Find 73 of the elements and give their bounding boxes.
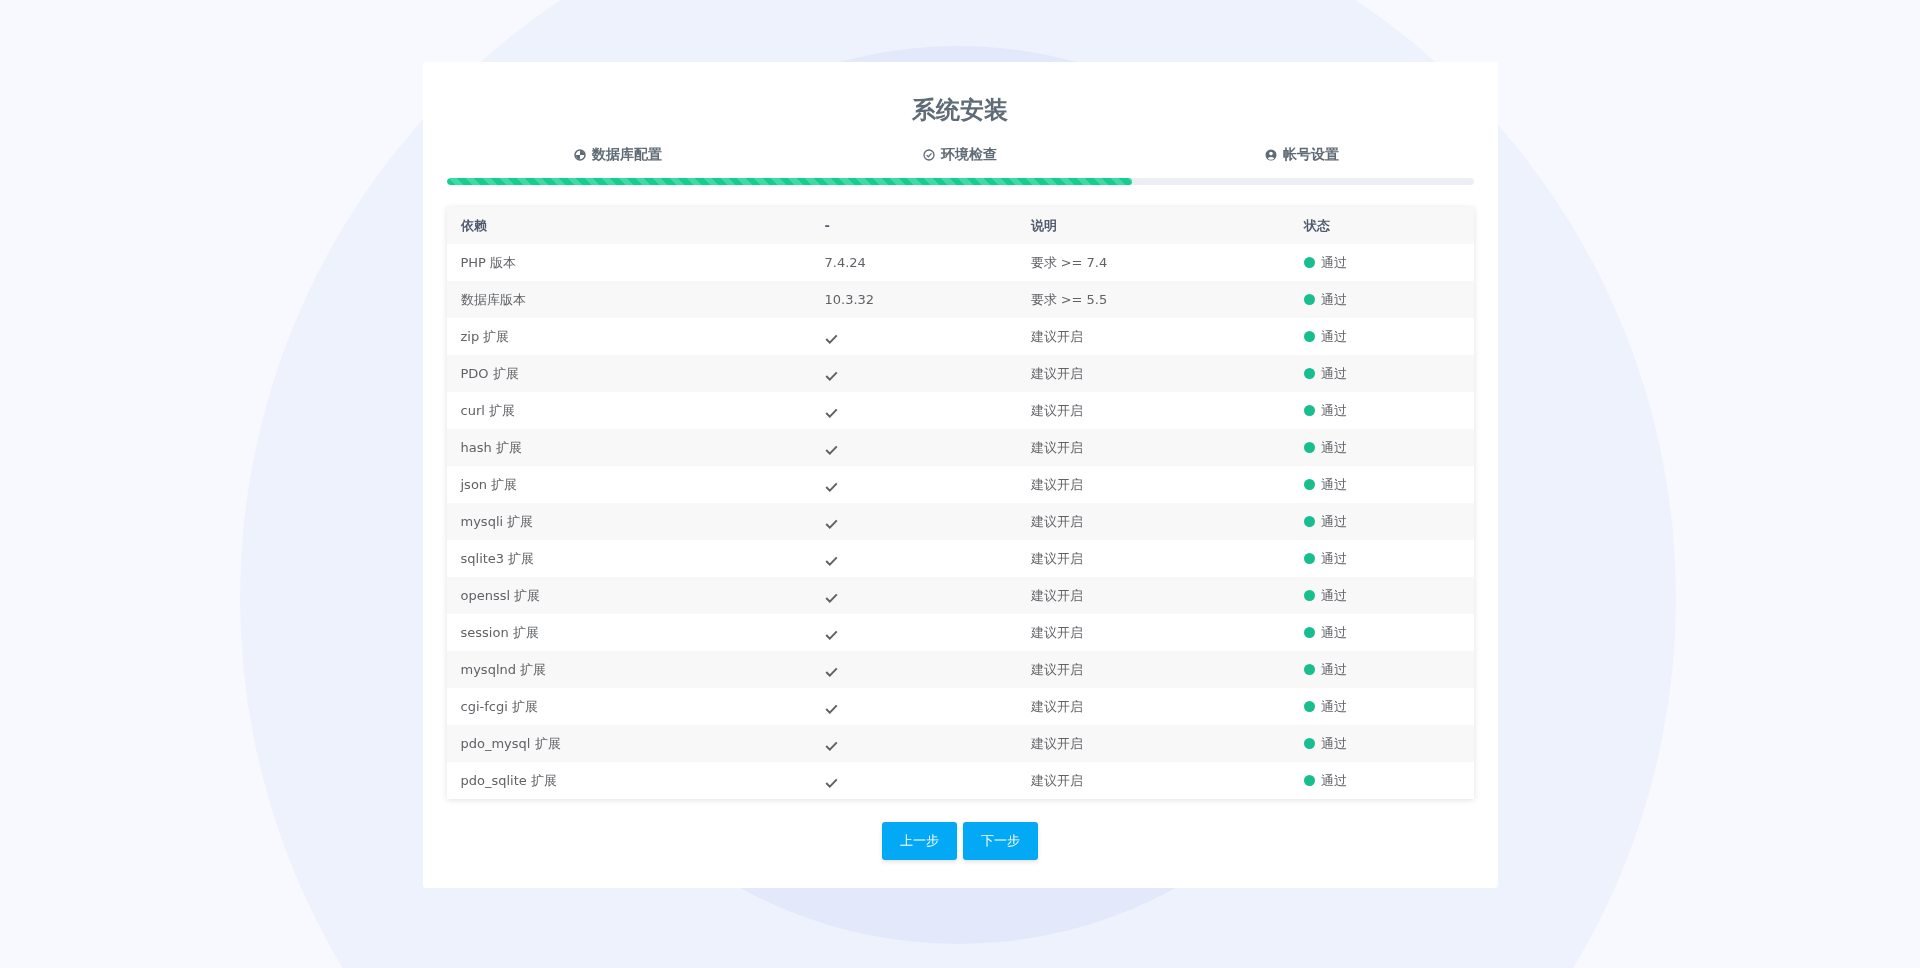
check-circle-icon (923, 149, 935, 161)
table-cell: PDO 扩展 (460, 364, 519, 383)
table-cell: 10.3.32 (824, 292, 875, 307)
table-cell: zip 扩展 (460, 327, 510, 346)
table-cell: 要求 >= 5.5 (1030, 290, 1108, 309)
checkmark-icon (824, 370, 838, 381)
table-cell: 数据库版本 (460, 290, 526, 309)
pie-chart-icon (573, 149, 586, 161)
status-text: 通过 (1320, 364, 1347, 383)
status-text: 通过 (1320, 734, 1347, 753)
table-cell: mysqli 扩展 (460, 512, 534, 531)
checkmark-icon (824, 777, 838, 788)
table-cell: 要求 >= 7.4 (1030, 253, 1108, 272)
checkmark-icon (824, 592, 838, 603)
status-text: 通过 (1320, 771, 1347, 790)
step-button[interactable]: 下一步 (963, 822, 1038, 860)
page-title: 系统安装 (911, 95, 1009, 126)
checkmark-icon (824, 518, 838, 529)
status-text: 通过 (1320, 475, 1347, 494)
step-button[interactable]: 上一步 (882, 822, 957, 860)
table-cell: 建议开启 (1030, 364, 1083, 383)
checkmark-icon (824, 407, 838, 418)
table-cell: 建议开启 (1030, 734, 1083, 753)
table-cell: 建议开启 (1030, 586, 1083, 605)
checkmark-icon (824, 333, 838, 344)
table-cell: mysqlnd 扩展 (460, 660, 547, 679)
status-text: 通过 (1320, 512, 1347, 531)
table-cell: cgi-fcgi 扩展 (460, 697, 538, 716)
checkmark-icon (824, 444, 838, 455)
checkmark-icon (824, 481, 838, 492)
table-cell: 建议开启 (1030, 438, 1083, 457)
column-header: 状态 (1303, 216, 1330, 235)
table-cell: 建议开启 (1030, 660, 1083, 679)
table-cell: hash 扩展 (460, 438, 522, 457)
status-text: 通过 (1320, 253, 1347, 272)
status-text: 通过 (1320, 586, 1347, 605)
table-cell: pdo_mysql 扩展 (460, 734, 561, 753)
table-cell: 7.4.24 (824, 255, 866, 270)
status-text: 通过 (1320, 401, 1347, 420)
column-header: 说明 (1030, 216, 1057, 235)
table-cell: 建议开启 (1030, 475, 1083, 494)
status-text: 通过 (1320, 623, 1347, 642)
status-text: 通过 (1320, 697, 1347, 716)
user-circle-icon (1265, 149, 1278, 161)
column-header: - (824, 218, 830, 233)
table-cell: 建议开启 (1030, 512, 1083, 531)
table-cell: pdo_sqlite 扩展 (460, 771, 557, 790)
status-text: 通过 (1320, 327, 1347, 346)
checkmark-icon (824, 666, 838, 677)
table-cell: 建议开启 (1030, 401, 1083, 420)
checkmark-icon (824, 629, 838, 640)
step-label: 环境检查 (941, 146, 997, 164)
status-text: 通过 (1320, 290, 1347, 309)
table-cell: openssl 扩展 (460, 586, 541, 605)
table-cell: 建议开启 (1030, 327, 1083, 346)
table-cell: PHP 版本 (460, 253, 517, 272)
table-cell: json 扩展 (460, 475, 518, 494)
step-label: 帐号设置 (1283, 146, 1340, 164)
table-cell: 建议开启 (1030, 771, 1083, 790)
table-cell: curl 扩展 (460, 401, 515, 420)
table-cell: 建议开启 (1030, 697, 1083, 716)
table-cell: 建议开启 (1030, 623, 1083, 642)
column-header: 依赖 (460, 216, 487, 235)
checkmark-icon (824, 703, 838, 714)
table-cell: 建议开启 (1030, 549, 1083, 568)
checkmark-icon (824, 555, 838, 566)
table-cell: sqlite3 扩展 (460, 549, 535, 568)
status-text: 通过 (1320, 438, 1347, 457)
checkmark-icon (824, 740, 838, 751)
table-cell: session 扩展 (460, 623, 539, 642)
status-text: 通过 (1320, 660, 1347, 679)
step-label: 数据库配置 (591, 146, 662, 164)
status-text: 通过 (1320, 549, 1347, 568)
